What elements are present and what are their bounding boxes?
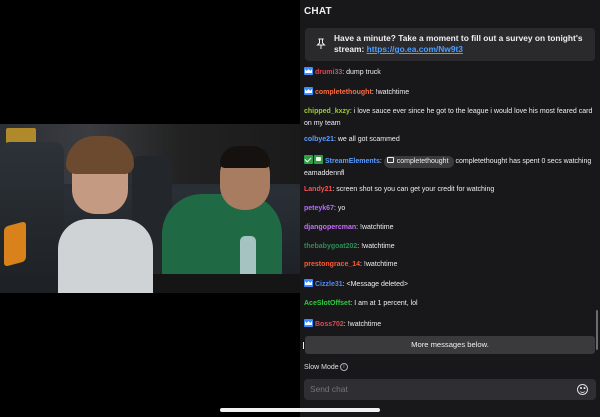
chat-message: drumi33: dump truck [304, 67, 594, 79]
pinned-link[interactable]: https://go.ea.com/Nw9t3 [367, 44, 463, 54]
crown-badge-icon[interactable] [304, 87, 313, 95]
chat-message-text: !watchtime [361, 243, 395, 250]
player-left-hair [66, 136, 134, 174]
video-pane [0, 0, 300, 417]
chat-message: thebabygoat202: !watchtime [304, 241, 594, 253]
chat-message-text: <Message deleted> [346, 281, 409, 288]
chat-message-text: I am at 1 percent, lol [354, 300, 418, 307]
crown-badge-icon[interactable] [304, 67, 313, 75]
chat-username[interactable]: thebabygoat202 [304, 243, 357, 250]
home-indicator[interactable] [220, 408, 380, 412]
slow-mode-label: Slow Mode [304, 364, 339, 371]
chat-username[interactable]: peteyk67 [304, 205, 334, 212]
chat-message: colbye21: we all got scammed [304, 134, 594, 146]
player-left-body [58, 219, 153, 293]
crown-badge-icon[interactable] [304, 279, 313, 287]
chat-message-text: yo [337, 205, 346, 212]
mention-chip[interactable]: completethought [383, 156, 454, 168]
chat-message: djangopercman: !watchtime [304, 222, 594, 234]
chat-message: prestongrace_14: !watchtime [304, 259, 594, 271]
chat-username[interactable]: StreamElements [325, 158, 380, 165]
chat-panel: CHAT Have a minute? Take a moment to fil… [300, 0, 600, 417]
emoji-icon[interactable] [577, 384, 588, 395]
info-icon[interactable]: i [340, 363, 348, 371]
player-right-hair [220, 146, 270, 168]
chat-username[interactable]: chipped_kxzy [304, 108, 350, 115]
chat-username[interactable]: Cizzle31 [315, 281, 343, 288]
check-badge-icon[interactable] [304, 155, 313, 164]
chat-username[interactable]: AceSlotOffset [304, 300, 350, 307]
chat-username[interactable]: completethought [315, 89, 372, 96]
chat-message-text: !watchtime [363, 261, 398, 268]
send-chat-input[interactable] [304, 379, 596, 400]
chat-message-text: screen shot so you can get your credit f… [336, 186, 495, 193]
stream-video[interactable] [0, 124, 300, 293]
pinned-message[interactable]: Have a minute? Take a moment to fill out… [305, 28, 595, 61]
chat-header: CHAT [304, 6, 332, 17]
crown-badge-icon[interactable] [304, 319, 313, 327]
chat-message: Boss702: !watchtime [304, 319, 594, 331]
robot-badge-icon[interactable] [314, 155, 323, 164]
chat-username[interactable]: colbye21 [304, 136, 334, 143]
chat-message: StreamElements: completethought complete… [304, 155, 594, 180]
chat-message: completethought: !watchtime [304, 87, 594, 99]
chat-username[interactable]: Boss702 [315, 321, 344, 328]
chat-username[interactable]: djangopercman [304, 224, 356, 231]
chat-message-text: dump truck [346, 69, 381, 76]
chat-message: Landy21: screen shot so you can get your… [304, 184, 594, 196]
pinned-text: Have a minute? Take a moment to fill out… [334, 33, 590, 55]
chat-bubble-icon [386, 157, 394, 163]
gaming-chair-left [0, 142, 64, 292]
desk [150, 274, 300, 293]
gaming-chair-accent [4, 221, 26, 267]
more-messages-button[interactable]: More messages below. [305, 336, 595, 354]
chat-message-text: !watchtime [347, 321, 382, 328]
chat-message-text: !watchtime [375, 89, 410, 96]
chat-message: Cizzle31: <Message deleted> [304, 279, 594, 291]
chat-username[interactable]: Landy21 [304, 186, 332, 193]
chat-scrollbar[interactable] [596, 310, 598, 350]
chat-message: peteyk67: yo [304, 203, 594, 215]
chat-username[interactable]: prestongrace_14 [304, 261, 360, 268]
chat-message: AceSlotOffset: I am at 1 percent, lol [304, 298, 594, 310]
chat-username[interactable]: drumi33 [315, 69, 342, 76]
mention-chip-label: completethought [396, 158, 449, 165]
text-cursor [303, 342, 304, 349]
chat-message-text: we all got scammed [337, 136, 400, 143]
chat-message-text: !watchtime [360, 224, 394, 231]
chat-message: chipped_kxzy: i love sauce ever since he… [304, 106, 594, 130]
pin-icon [316, 38, 326, 49]
